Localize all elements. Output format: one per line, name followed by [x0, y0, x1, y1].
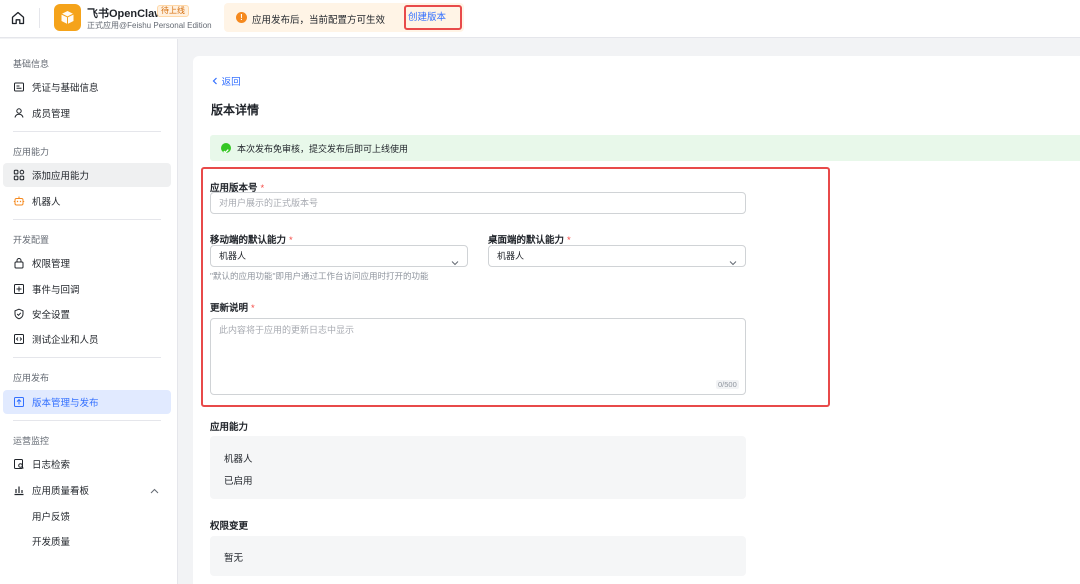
- desktop-default-select[interactable]: 机器人: [488, 245, 746, 267]
- sidebar-item-label: 安全设置: [32, 310, 71, 321]
- permission-change-value: 暂无: [224, 553, 244, 564]
- sidebar-item-label: 测试企业和人员: [32, 335, 99, 346]
- sidebar-item-dev-quality[interactable]: 开发质量: [3, 529, 171, 553]
- shield-icon: [13, 308, 25, 320]
- section-title-ops: 运营监控: [13, 436, 50, 446]
- check-circle-icon: [221, 143, 231, 154]
- desktop-default-value: 机器人: [497, 251, 525, 261]
- publish-notice: ! 应用发布后，当前配置方可生效 创建版本: [224, 3, 464, 32]
- robot-icon: [13, 195, 25, 207]
- sidebar-item-label: 应用质量看板: [32, 486, 90, 497]
- chevron-down-icon: [451, 253, 459, 273]
- divider: [13, 357, 161, 358]
- sidebar-item-events[interactable]: 事件与回调: [3, 277, 171, 301]
- notice-text: 应用发布后，当前配置方可生效: [252, 15, 386, 26]
- sidebar-item-user-feedback[interactable]: 用户反馈: [3, 504, 171, 528]
- chevron-down-icon: [729, 253, 737, 273]
- page-title: 版本详情: [211, 103, 260, 117]
- app-name: 飞书OpenClaw: [87, 8, 163, 20]
- release-notes-textarea[interactable]: [210, 318, 746, 395]
- permission-change-label: 权限变更: [210, 521, 249, 532]
- back-link[interactable]: 返回: [211, 74, 241, 88]
- sidebar: 基础信息 凭证与基础信息 成员管理 应用能力 添加应用能力 机器人 开发配置 权…: [0, 39, 178, 584]
- capability-box: 机器人 已启用: [210, 436, 746, 499]
- id-card-icon: [13, 81, 25, 93]
- section-title-basic: 基础信息: [13, 59, 50, 69]
- section-title-dev-config: 开发配置: [13, 235, 50, 245]
- section-title-release: 应用发布: [13, 373, 50, 383]
- char-counter: 0/500: [716, 380, 739, 389]
- sidebar-item-test-tenants[interactable]: 测试企业和人员: [3, 327, 171, 351]
- sidebar-item-label: 日志检索: [32, 460, 71, 471]
- mobile-default-hint: "默认的应用功能"即用户通过工作台访问应用时打开的功能: [210, 271, 429, 281]
- desktop-default-label: 桌面端的默认能力 *: [488, 232, 571, 246]
- success-text: 本次发布免审核，提交发布后即可上线使用: [237, 144, 409, 154]
- mobile-default-select[interactable]: 机器人: [210, 245, 468, 267]
- sidebar-item-add-capability[interactable]: 添加应用能力: [3, 163, 171, 187]
- top-bar: 飞书OpenClaw 待上线 正式应用@Feishu Personal Edit…: [0, 0, 1080, 38]
- log-search-icon: [13, 458, 25, 470]
- chevron-up-icon[interactable]: [150, 486, 159, 497]
- permission-change-box: 暂无: [210, 536, 746, 576]
- divider: [13, 131, 161, 132]
- sidebar-item-label: 用户反馈: [32, 512, 71, 523]
- divider: [13, 219, 161, 220]
- mobile-default-value: 机器人: [219, 251, 247, 261]
- bar-chart-icon: [13, 484, 25, 496]
- sidebar-item-permissions[interactable]: 权限管理: [3, 251, 171, 275]
- back-label: 返回: [221, 77, 241, 88]
- sidebar-item-log-search[interactable]: 日志检索: [3, 452, 171, 476]
- home-icon[interactable]: [10, 10, 26, 26]
- mobile-default-label: 移动端的默认能力 *: [210, 232, 293, 246]
- warning-icon: !: [236, 12, 247, 23]
- section-title-capabilities: 应用能力: [13, 147, 50, 157]
- release-notes-label-text: 更新说明: [210, 303, 249, 314]
- create-version-button[interactable]: 创建版本: [404, 5, 462, 30]
- sidebar-item-label: 添加应用能力: [32, 171, 90, 182]
- release-notes-label: 更新说明 *: [210, 300, 255, 314]
- sidebar-item-security[interactable]: 安全设置: [3, 302, 171, 326]
- capability-status: 已启用: [224, 476, 253, 487]
- status-badge: 待上线: [157, 5, 189, 17]
- event-icon: [13, 283, 25, 295]
- code-icon: [13, 333, 25, 345]
- success-banner: 本次发布免审核，提交发布后即可上线使用: [210, 135, 1080, 161]
- divider: [39, 8, 40, 28]
- sidebar-item-label: 权限管理: [32, 259, 71, 270]
- sidebar-item-members[interactable]: 成员管理: [3, 101, 171, 125]
- sidebar-item-label: 版本管理与发布: [32, 398, 99, 409]
- sidebar-item-label: 机器人: [32, 197, 61, 208]
- required-mark: *: [251, 303, 255, 314]
- chevron-left-icon: [212, 77, 217, 85]
- grid-icon: [13, 169, 25, 181]
- capability-name: 机器人: [224, 454, 253, 465]
- app-logo: [54, 4, 81, 31]
- app-edition: 正式应用@Feishu Personal Edition: [87, 21, 212, 30]
- divider: [13, 420, 161, 421]
- upload-icon: [13, 396, 25, 408]
- sidebar-item-quality-dashboard[interactable]: 应用质量看板: [3, 478, 171, 502]
- sidebar-item-label: 凭证与基础信息: [32, 83, 99, 94]
- sidebar-item-bot[interactable]: 机器人: [3, 189, 171, 213]
- sidebar-item-label: 开发质量: [32, 537, 71, 548]
- lock-icon: [13, 257, 25, 269]
- capability-label: 应用能力: [210, 422, 249, 433]
- user-icon: [13, 107, 25, 119]
- sidebar-item-label: 成员管理: [32, 109, 71, 120]
- sidebar-item-version-release[interactable]: 版本管理与发布: [3, 390, 171, 414]
- sidebar-item-label: 事件与回调: [32, 285, 80, 296]
- version-input[interactable]: [210, 192, 746, 214]
- sidebar-item-credentials[interactable]: 凭证与基础信息: [3, 75, 171, 99]
